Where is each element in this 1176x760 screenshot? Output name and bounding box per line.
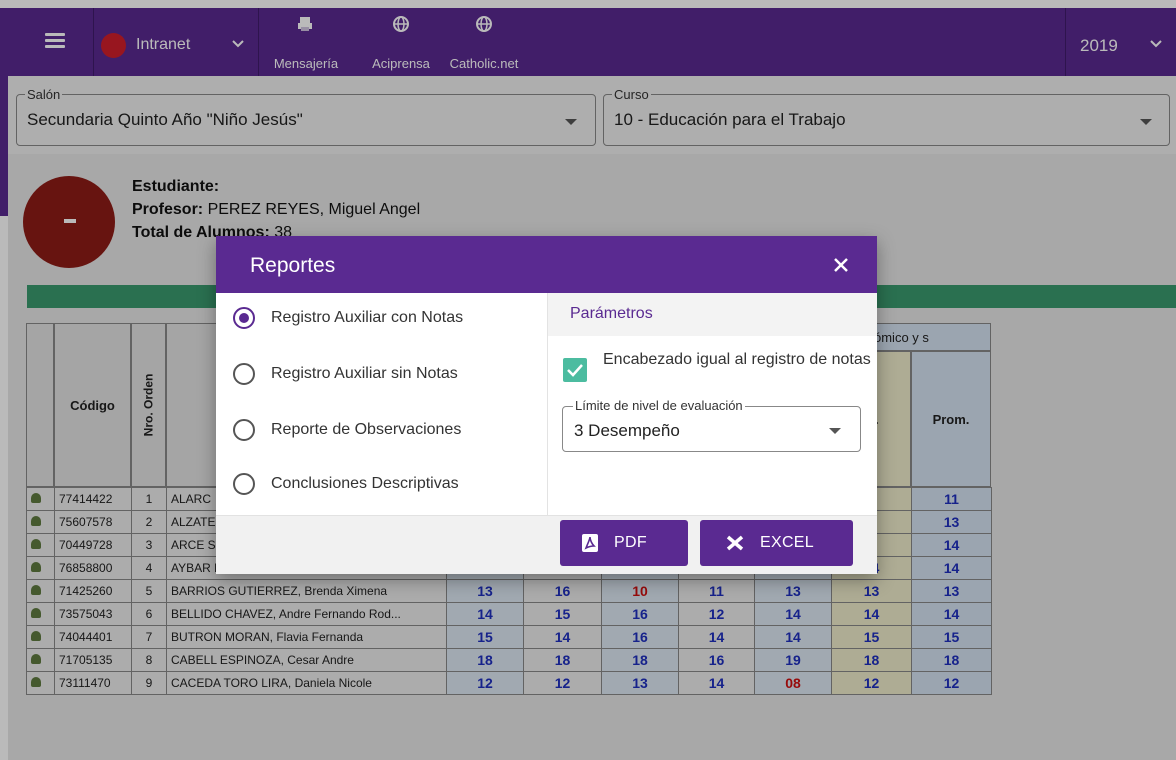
checkbox-label: Encabezado igual al registro de notas (603, 351, 871, 368)
report-options: Registro Auxiliar con Notas Registro Aux… (216, 293, 547, 515)
option-registro-sin-notas[interactable]: Registro Auxiliar sin Notas (233, 359, 458, 389)
radio-icon[interactable] (233, 419, 255, 441)
dialog-title: Reportes (250, 254, 336, 277)
radio-icon[interactable] (233, 363, 255, 385)
params-header: Parámetros (548, 293, 877, 336)
caret-down-icon (829, 428, 841, 434)
excel-icon (726, 535, 744, 551)
option-registro-con-notas[interactable]: Registro Auxiliar con Notas (233, 303, 463, 333)
check-icon (567, 364, 583, 377)
close-icon[interactable] (832, 256, 850, 274)
dialog-header: Reportes (216, 236, 877, 293)
header-checkbox[interactable] (563, 358, 587, 382)
limit-value: 3 Desempeño (574, 421, 680, 440)
option-conclusiones[interactable]: Conclusiones Descriptivas (233, 469, 459, 499)
option-reporte-observaciones[interactable]: Reporte de Observaciones (233, 415, 461, 445)
limit-legend: Límite de nivel de evaluación (573, 398, 745, 413)
excel-button[interactable]: EXCEL (700, 520, 853, 566)
limit-select[interactable]: Límite de nivel de evaluación 3 Desempeñ… (562, 398, 861, 452)
pdf-button[interactable]: PDF (560, 520, 688, 566)
params-title: Parámetros (570, 305, 653, 322)
radio-icon[interactable] (233, 473, 255, 495)
reportes-dialog: Reportes Registro Auxiliar con Notas Reg… (216, 236, 877, 574)
pdf-icon (582, 534, 598, 552)
radio-selected-icon[interactable] (233, 307, 255, 329)
